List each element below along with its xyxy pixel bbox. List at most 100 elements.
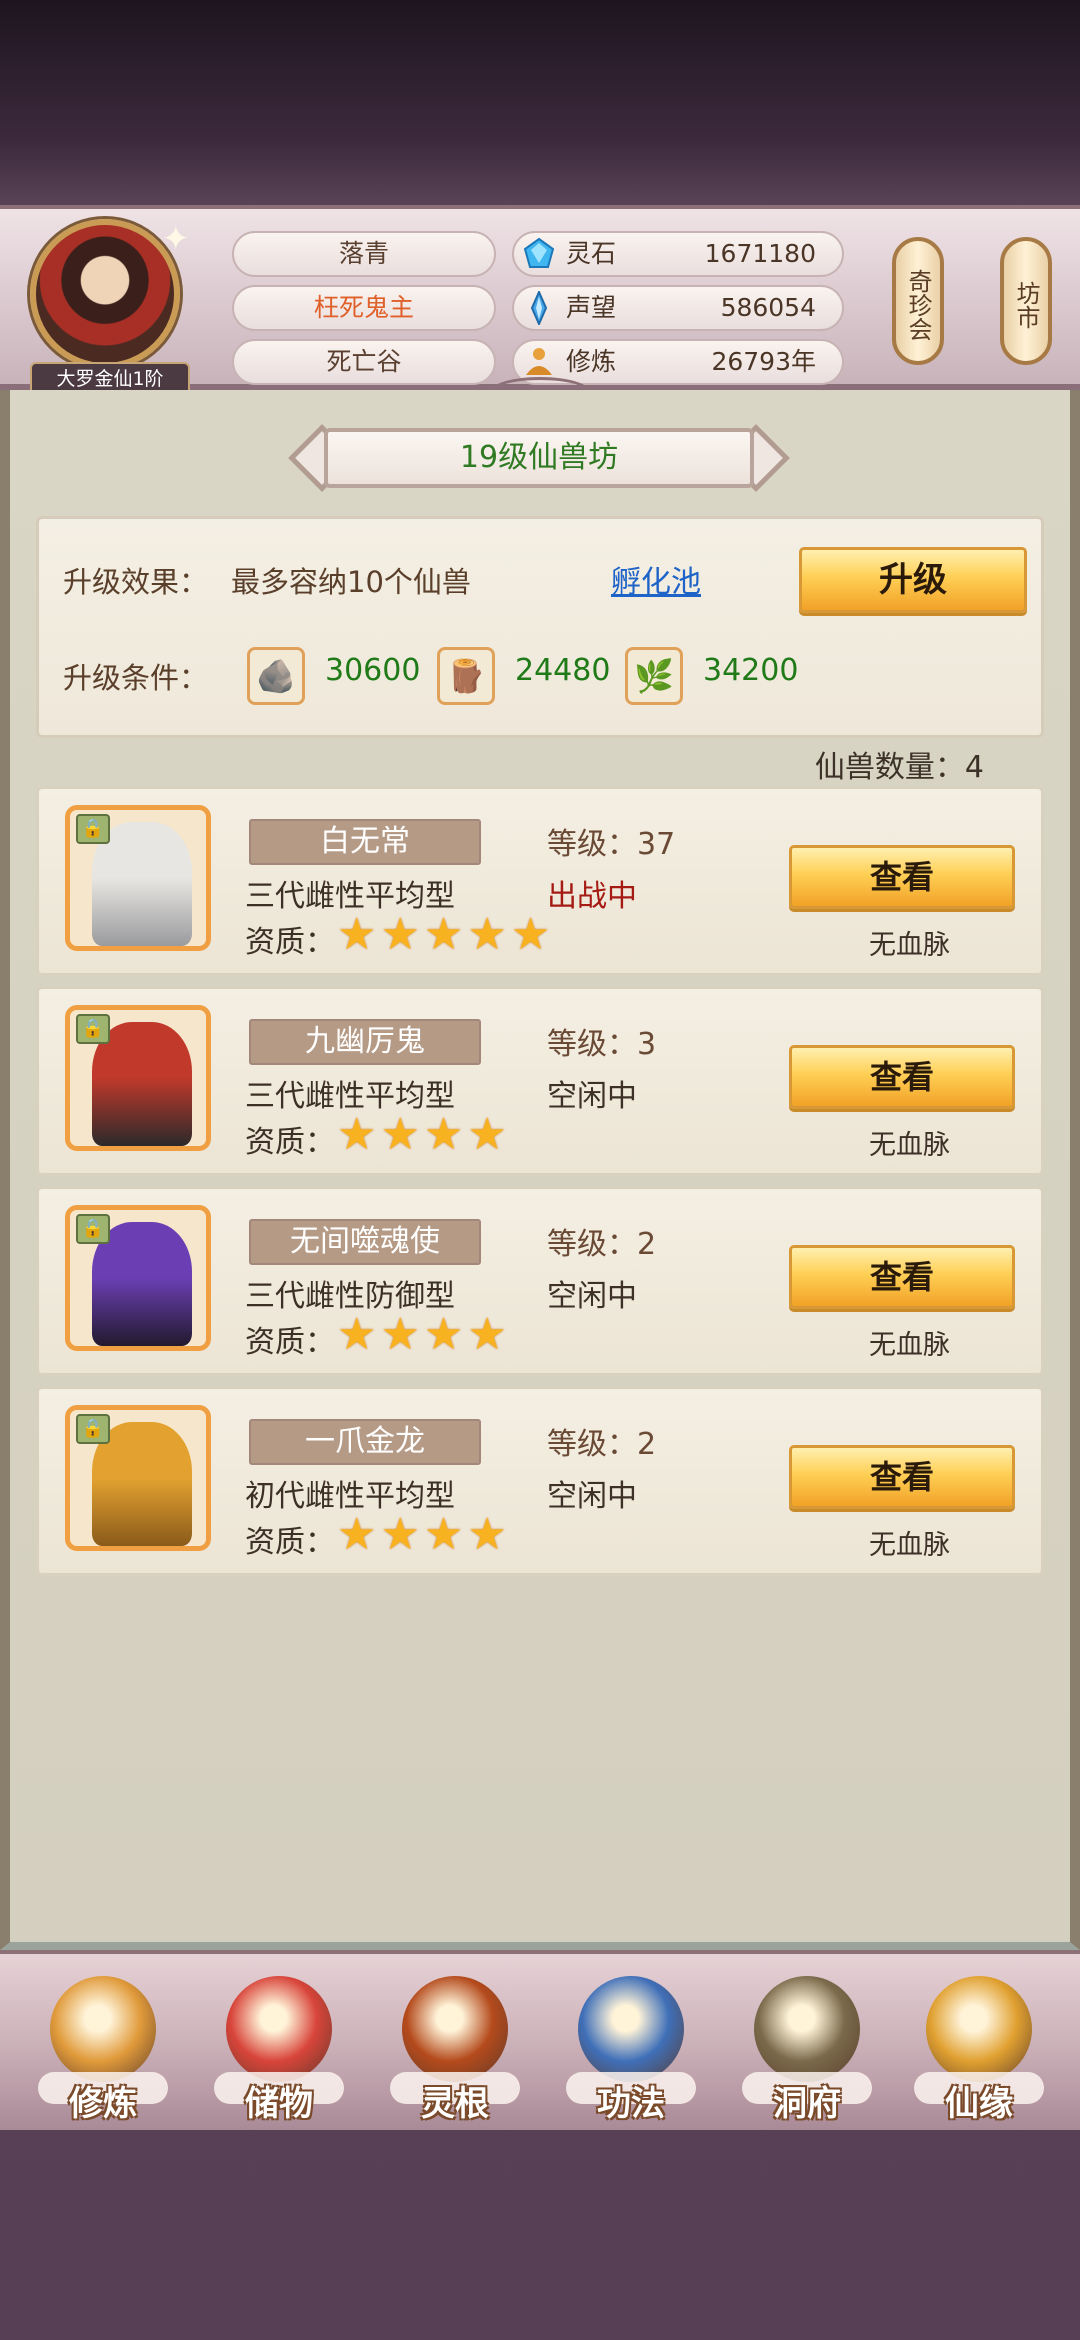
workshop-title: 19级仙兽坊 [324, 428, 754, 488]
quality-label: 资质： [245, 1125, 335, 1160]
player-name: 落青 [232, 231, 496, 277]
nav-spirit-root[interactable]: 灵根 [380, 1976, 530, 2126]
beast-portrait[interactable]: 🔒 [65, 1205, 211, 1351]
quality-stars: ★ ★ ★ ★ [337, 1513, 507, 1557]
hatch-pool-link[interactable]: 孵化池 [611, 557, 701, 601]
cave-house-icon [754, 1976, 860, 2082]
lock-icon[interactable]: 🔒 [76, 1014, 110, 1044]
gourd-icon [926, 1976, 1032, 2082]
nav-label: 功法 [597, 2084, 665, 2124]
nav-label: 仙缘 [945, 2084, 1013, 2124]
beast-card: 🔒 九幽厉鬼 三代雌性平均型 资质： ★ ★ ★ ★ 等级：3 空闲中 查看 无血脉 [36, 986, 1044, 1176]
beast-name: 九幽厉鬼 [249, 1019, 481, 1065]
beast-status: 空闲中 [547, 1079, 637, 1114]
spirit-root-icon [402, 1976, 508, 2082]
star-icon: ★ [510, 909, 551, 960]
avatar-portrait[interactable] [30, 219, 180, 369]
nav-cultivate[interactable]: 修炼 [28, 1976, 178, 2126]
star-icon: ★ [380, 1109, 420, 1160]
star-icon: ★ [467, 1109, 507, 1160]
player-avatar[interactable]: ✦ 大罗金仙1阶 [30, 219, 191, 396]
herb-icon: 🌿 [625, 647, 683, 705]
player-title: 枉死鬼主 [232, 285, 496, 331]
nav-label: 洞府 [773, 2084, 841, 2124]
lock-icon[interactable]: 🔒 [76, 1414, 110, 1444]
view-button[interactable]: 查看 [789, 1245, 1015, 1309]
bloodline-text: 无血脉 [869, 1530, 950, 1561]
beast-card: 🔒 无间噬魂使 三代雌性防御型 资质： ★ ★ ★ ★ 等级：2 空闲中 查看 无血脉 [36, 1186, 1044, 1376]
beast-status: 空闲中 [547, 1279, 637, 1314]
upgrade-condition-label: 升级条件： [63, 661, 209, 695]
player-header: ✦ 大罗金仙1阶 落青 枉死鬼主 死亡谷 灵石 1671180 声望 58605… [0, 205, 1080, 407]
star-icon: ★ [337, 1509, 377, 1560]
material-wood-value: 24480 [515, 653, 611, 688]
nav-destiny[interactable]: 仙缘 [904, 1976, 1054, 2126]
quality-label: 资质： [245, 1325, 335, 1360]
bloodline-text: 无血脉 [869, 1330, 950, 1361]
beast-status: 出战中 [547, 879, 637, 914]
bloodline-text: 无血脉 [869, 1130, 950, 1161]
workshop-title-plate: 19级仙兽坊 [288, 424, 790, 492]
view-button[interactable]: 查看 [789, 1045, 1015, 1109]
beast-level: 等级：2 [547, 1427, 657, 1462]
star-icon: ★ [423, 1109, 464, 1160]
resource-spirit-stone: 灵石 1671180 [512, 231, 844, 277]
ore-icon: 🪨 [247, 647, 305, 705]
resource-prestige: 声望 586054 [512, 285, 844, 331]
view-button[interactable]: 查看 [789, 1445, 1015, 1509]
nav-label: 修炼 [69, 2084, 137, 2124]
quality-label: 资质： [245, 925, 335, 960]
bloodline-text: 无血脉 [869, 930, 950, 961]
beast-portrait[interactable]: 🔒 [65, 805, 211, 951]
nav-storage[interactable]: 储物 [204, 1976, 354, 2126]
star-icon: ★ [380, 1309, 420, 1360]
beast-card: 🔒 白无常 三代雌性平均型 资质： ★ ★ ★ ★ ★ 等级：37 出战中 查看 无血脉 [36, 786, 1044, 976]
nav-cave-house[interactable]: 洞府 [732, 1976, 882, 2126]
meditation-icon [526, 348, 552, 375]
upgrade-effect-label: 升级效果： [63, 565, 209, 599]
beast-name: 一爪金龙 [249, 1419, 481, 1465]
quality-label: 资质： [245, 1525, 335, 1560]
prestige-crystal-icon [530, 291, 548, 325]
star-icon: ★ [423, 1309, 464, 1360]
beast-portrait[interactable]: 🔒 [65, 1405, 211, 1551]
star-icon: ★ [467, 909, 507, 960]
spirit-stone-icon [523, 237, 555, 268]
star-icon: ★ [380, 909, 420, 960]
treasure-fair-button[interactable]: 奇珍会 [892, 237, 944, 365]
star-icon: ★ [467, 1509, 507, 1560]
beast-card: 🔒 一爪金龙 初代雌性平均型 资质： ★ ★ ★ ★ 等级：2 空闲中 查看 无血脉 [36, 1386, 1044, 1576]
beast-count: 仙兽数量：4 [814, 750, 984, 785]
player-location: 死亡谷 [232, 339, 496, 385]
quality-stars: ★ ★ ★ ★ [337, 1113, 507, 1157]
star-icon: ★ [467, 1309, 507, 1360]
material-herb-value: 34200 [703, 653, 799, 688]
beast-level: 等级：2 [547, 1227, 657, 1262]
material-ore-value: 30600 [325, 653, 421, 688]
beast-name: 无间噬魂使 [249, 1219, 481, 1265]
bag-icon [226, 1976, 332, 2082]
star-icon: ★ [423, 909, 464, 960]
cultivate-icon [50, 1976, 156, 2082]
star-icon: ★ [337, 909, 377, 960]
star-icon: ★ [380, 1509, 420, 1560]
quality-stars: ★ ★ ★ ★ ★ [337, 913, 550, 957]
sparkle-icon: ✦ [161, 219, 191, 259]
beast-name: 白无常 [249, 819, 481, 865]
beast-level: 等级：37 [547, 827, 676, 862]
star-icon: ★ [337, 1109, 377, 1160]
star-icon: ★ [423, 1509, 464, 1560]
lock-icon[interactable]: 🔒 [76, 814, 110, 844]
bottom-nav: 修炼 储物 灵根 功法 洞府 仙缘 [0, 1950, 1080, 2130]
view-button[interactable]: 查看 [789, 845, 1015, 909]
wood-icon: 🪵 [437, 647, 495, 705]
nav-technique[interactable]: 功法 [556, 1976, 706, 2126]
beast-portrait[interactable]: 🔒 [65, 1005, 211, 1151]
beast-status: 空闲中 [547, 1479, 637, 1514]
market-button[interactable]: 坊市 [1000, 237, 1052, 365]
upgrade-effect-text: 最多容纳10个仙兽 [231, 565, 471, 599]
nav-label: 灵根 [421, 2084, 489, 2124]
quality-stars: ★ ★ ★ ★ [337, 1313, 507, 1357]
lock-icon[interactable]: 🔒 [76, 1214, 110, 1244]
upgrade-button[interactable]: 升级 [799, 547, 1027, 613]
